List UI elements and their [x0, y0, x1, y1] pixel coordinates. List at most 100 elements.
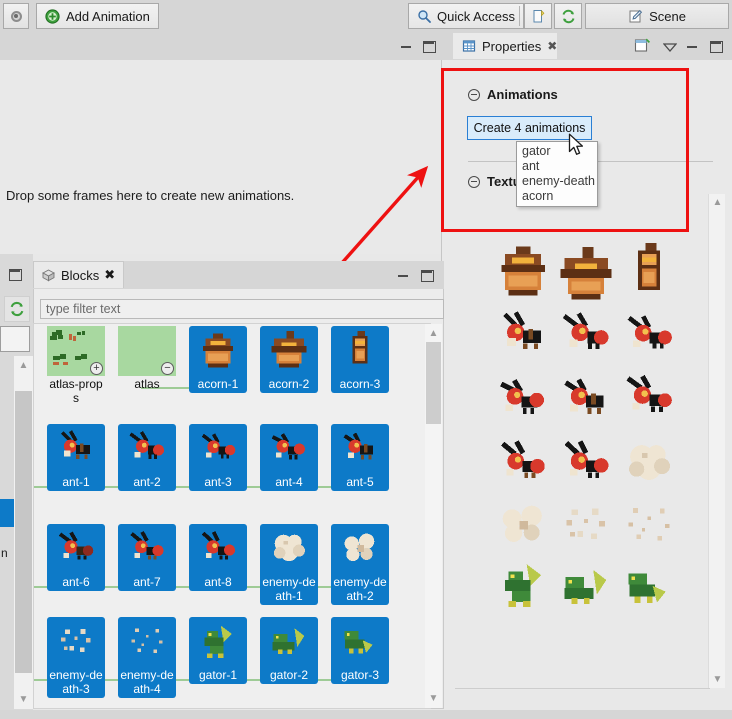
block-item-atlas[interactable]: atlas	[118, 326, 176, 393]
editor-minimize-icon[interactable]	[400, 39, 413, 52]
block-item-gator-1[interactable]: gator-1	[189, 617, 247, 684]
blocks-scroll-thumb[interactable]	[426, 342, 441, 424]
scroll-down-chevron-icon[interactable]: ▼	[15, 691, 32, 708]
block-connector	[34, 486, 47, 488]
scroll-down-chevron-icon[interactable]: ▼	[425, 690, 442, 707]
block-label: ant-4	[260, 474, 318, 491]
blocks-canvas[interactable]: atlas-props + atlas − acorn-1 acorn-2 ac…	[33, 323, 431, 709]
new-file-button[interactable]	[524, 3, 552, 29]
add-animation-button[interactable]: Add Animation	[36, 3, 159, 29]
properties-scrollbar[interactable]: ▲ ▼	[708, 194, 725, 688]
sprite-thumbnail	[260, 524, 318, 574]
sprite-thumbnail	[118, 617, 176, 667]
dropdown-option-ant[interactable]: ant	[517, 159, 597, 174]
block-label: acorn-1	[189, 376, 247, 393]
block-item-gator-2[interactable]: gator-2	[260, 617, 318, 684]
left-strip-scroll-thumb[interactable]	[15, 391, 32, 673]
properties-new-view-button[interactable]	[634, 37, 651, 57]
left-strip-truncated-label: n	[1, 546, 8, 560]
scroll-up-chevron-icon[interactable]: ▲	[425, 325, 442, 342]
dropdown-option-gator[interactable]: gator	[517, 144, 597, 159]
scene-perspective-button[interactable]: Scene	[585, 3, 729, 29]
block-item-ant-6[interactable]: ant-6	[47, 524, 105, 591]
blocks-filter-input[interactable]: type filter text	[40, 299, 444, 319]
sprite-ant-4[interactable]	[491, 368, 555, 432]
block-item-enemy-death-3[interactable]: enemy-death-3	[47, 617, 105, 698]
collapse-minus-icon[interactable]	[468, 88, 480, 101]
sprite-ant-1[interactable]	[491, 304, 555, 368]
sprite-enemy-death-4[interactable]	[617, 494, 681, 558]
close-icon[interactable]: ✖	[547, 39, 557, 53]
tab-properties[interactable]: Properties ✖	[453, 33, 557, 59]
block-item-ant-3[interactable]: ant-3	[189, 424, 247, 491]
dropdown-option-acorn[interactable]: acorn	[517, 189, 597, 204]
block-item-ant-7[interactable]: ant-7	[118, 524, 176, 591]
folder-collapse-badge[interactable]: −	[161, 362, 174, 375]
texture-sprite-grid[interactable]	[455, 236, 708, 691]
section-header-animations[interactable]: Animations	[468, 87, 558, 102]
tab-blocks[interactable]: Blocks ✖	[33, 261, 124, 288]
properties-bottom-divider	[455, 688, 710, 689]
sprite-ant-7[interactable]	[491, 432, 555, 496]
close-icon[interactable]: ✖	[104, 267, 115, 283]
block-item-ant-8[interactable]: ant-8	[189, 524, 247, 591]
animations-dropdown-list[interactable]: gator ant enemy-death acorn	[516, 141, 598, 207]
block-item-enemy-death-4[interactable]: enemy-death-4	[118, 617, 176, 698]
sprite-thumbnail	[260, 326, 318, 376]
scene-pencil-icon	[628, 9, 643, 24]
scroll-up-chevron-icon[interactable]: ▲	[15, 357, 32, 374]
block-item-ant-4[interactable]: ant-4	[260, 424, 318, 491]
sprite-gator-3[interactable]	[617, 556, 681, 620]
block-item-acorn-2[interactable]: acorn-2	[260, 326, 318, 393]
collapse-minus-icon[interactable]	[468, 175, 480, 188]
sprite-enemy-death-1[interactable]	[617, 432, 681, 496]
scroll-down-chevron-icon[interactable]: ▼	[709, 671, 726, 688]
sprite-ant-2[interactable]	[554, 304, 618, 368]
block-item-enemy-death-1[interactable]: enemy-death-1	[260, 524, 318, 605]
left-strip-maximize-icon[interactable]	[8, 267, 22, 281]
block-item-enemy-death-2[interactable]: enemy-death-2	[331, 524, 389, 605]
scroll-up-chevron-icon[interactable]: ▲	[709, 194, 726, 211]
sprite-ant-6[interactable]	[617, 366, 681, 430]
sprite-enemy-death-3[interactable]	[554, 494, 618, 558]
block-item-acorn-3[interactable]: acorn-3	[331, 326, 389, 393]
dropdown-option-enemy-death[interactable]: enemy-death	[517, 174, 597, 189]
block-label: atlas-props	[49, 377, 103, 405]
blocks-maximize-icon[interactable]	[420, 268, 434, 282]
sprite-enemy-death-2[interactable]	[491, 494, 555, 558]
blocks-minimize-icon[interactable]	[397, 268, 410, 281]
block-label: enemy-death-3	[47, 667, 105, 698]
sprite-gator-2[interactable]	[554, 556, 618, 620]
block-item-ant-1[interactable]: ant-1	[47, 424, 105, 491]
block-item-ant-2[interactable]: ant-2	[118, 424, 176, 491]
sprite-thumbnail	[189, 326, 247, 376]
left-strip-refresh-button[interactable]	[4, 296, 30, 322]
sprite-thumbnail	[189, 617, 247, 667]
sprite-acorn-3[interactable]	[617, 240, 681, 304]
properties-minimize-icon[interactable]	[686, 39, 699, 52]
sprite-ant-3[interactable]	[617, 304, 681, 368]
sprite-acorn-2[interactable]	[554, 244, 618, 308]
sprite-thumbnail	[260, 424, 318, 474]
editor-maximize-icon[interactable]	[422, 39, 436, 53]
perspective-dot-icon[interactable]	[3, 3, 29, 29]
sprite-thumbnail	[331, 617, 389, 667]
sprite-ant-8[interactable]	[554, 432, 618, 496]
refresh-button[interactable]	[554, 3, 582, 29]
blocks-scrollbar[interactable]: ▲ ▼	[425, 324, 442, 708]
block-label: acorn-3	[331, 376, 389, 393]
block-item-acorn-1[interactable]: acorn-1	[189, 326, 247, 393]
block-label: ant-8	[189, 574, 247, 591]
sprite-ant-5[interactable]	[554, 368, 618, 432]
sprite-gator-1[interactable]	[491, 554, 555, 618]
view-menu-chevron-down-icon[interactable]	[662, 41, 678, 55]
new-view-icon	[634, 37, 651, 54]
sprite-acorn-1[interactable]	[491, 240, 555, 304]
properties-maximize-icon[interactable]	[709, 39, 723, 53]
block-item-ant-5[interactable]: ant-5	[331, 424, 389, 491]
folder-expand-badge[interactable]: +	[90, 362, 103, 375]
animation-editor-area[interactable]: Drop some frames here to create new anim…	[0, 32, 441, 254]
quick-access-button[interactable]: Quick Access	[408, 3, 525, 29]
block-item-gator-3[interactable]: gator-3	[331, 617, 389, 684]
left-strip-selected-item[interactable]	[0, 499, 14, 527]
